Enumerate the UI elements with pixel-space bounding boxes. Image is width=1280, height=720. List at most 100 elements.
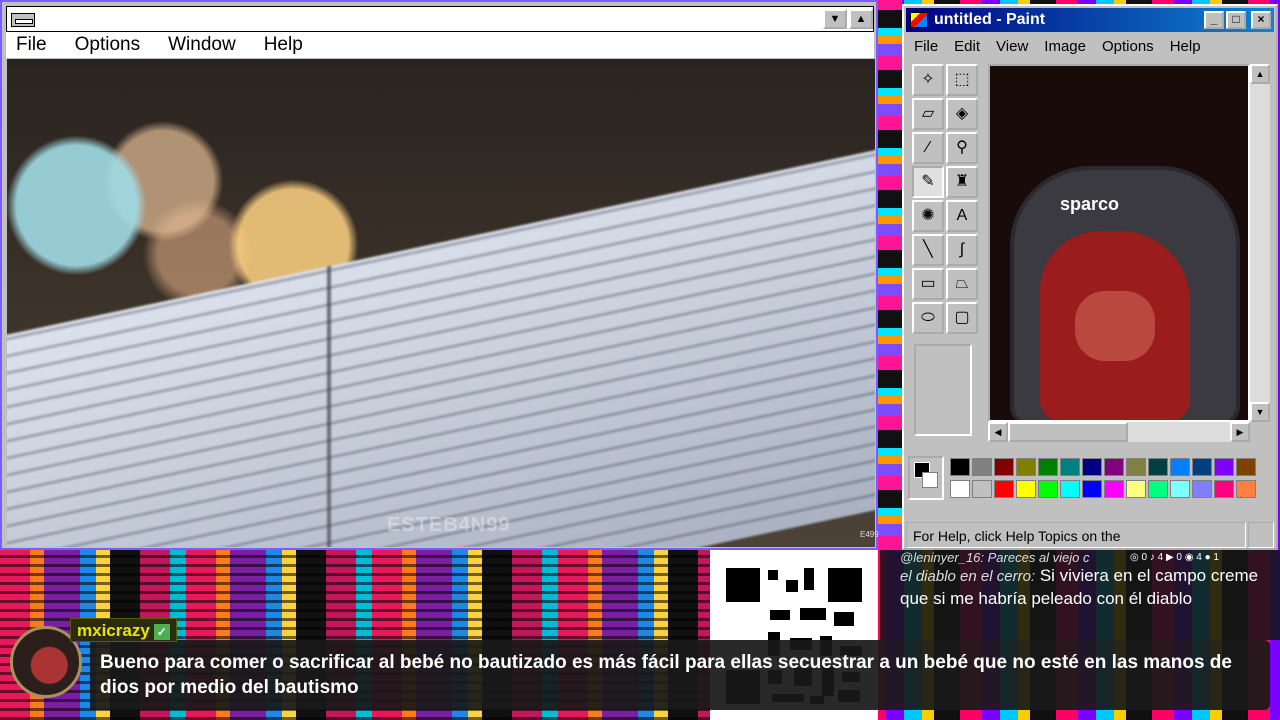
rounded-rect-icon[interactable]: ▢ — [946, 302, 978, 334]
palette-swatch[interactable] — [1170, 480, 1190, 498]
fill-icon[interactable]: ◈ — [946, 98, 978, 130]
qr-module — [804, 568, 814, 590]
chair-brand: sparco — [1060, 194, 1120, 214]
menu-file[interactable]: File — [16, 32, 47, 58]
tool-options[interactable] — [914, 344, 972, 436]
minimize-button[interactable]: ▼ — [823, 9, 847, 29]
paint-window: untitled - Paint _ □ × File Edit View Im… — [902, 4, 1278, 550]
status-coords-cell — [1248, 522, 1274, 548]
rect-select-icon[interactable]: ⬚ — [946, 64, 978, 96]
horizontal-scrollbar[interactable]: ◀ ▶ — [988, 422, 1250, 442]
paint-minimize-button[interactable]: _ — [1204, 11, 1224, 29]
paint-menu-edit[interactable]: Edit — [954, 34, 980, 60]
vertical-scrollbar[interactable]: ▲ ▼ — [1250, 64, 1270, 422]
free-select-icon[interactable]: ✧ — [912, 64, 944, 96]
text-icon[interactable]: A — [946, 200, 978, 232]
ellipse-icon[interactable]: ⬭ — [912, 302, 944, 334]
paint-app-icon[interactable] — [910, 12, 928, 28]
open-book — [7, 134, 875, 547]
palette-swatch[interactable] — [1170, 458, 1190, 476]
palette-swatch[interactable] — [1016, 480, 1036, 498]
maximize-button[interactable]: ▲ — [849, 9, 873, 29]
qr-module — [768, 570, 778, 580]
palette-swatch[interactable] — [1082, 458, 1102, 476]
palette-swatch[interactable] — [1016, 458, 1036, 476]
palette-swatch[interactable] — [972, 480, 992, 498]
airbrush-icon[interactable]: ✺ — [912, 200, 944, 232]
qr-module — [726, 568, 760, 602]
toolbox: ✧ ⬚ ▱ ◈ ⁄ ⚲ ✎ ♜ ✺ A ╲ ∫ ▭ ⏢ ⬭ ▢ — [910, 62, 982, 442]
paint-menu-image[interactable]: Image — [1044, 34, 1086, 60]
eraser-icon[interactable]: ▱ — [912, 98, 944, 130]
polygon-icon[interactable]: ⏢ — [946, 268, 978, 300]
paint-menu-bar: File Edit View Image Options Help — [906, 34, 1274, 60]
palette-swatch[interactable] — [1214, 480, 1234, 498]
palette-swatch[interactable] — [1236, 480, 1256, 498]
menu-bar: File Options Window Help — [6, 32, 874, 58]
current-colors — [908, 456, 944, 500]
palette-swatch[interactable] — [1192, 458, 1212, 476]
paint-menu-help[interactable]: Help — [1170, 34, 1201, 60]
pick-color-icon[interactable]: ⁄ — [912, 132, 944, 164]
scroll-thumb[interactable] — [1008, 422, 1128, 442]
verified-check-icon: ✓ — [153, 623, 170, 640]
magnifier-icon[interactable]: ⚲ — [946, 132, 978, 164]
palette-swatch[interactable] — [950, 458, 970, 476]
scroll-down-arrow-icon[interactable]: ▼ — [1250, 402, 1270, 422]
palette-swatch[interactable] — [1126, 458, 1146, 476]
paint-menu-view[interactable]: View — [996, 34, 1028, 60]
background-color[interactable] — [922, 472, 938, 488]
palette-swatch[interactable] — [1214, 458, 1234, 476]
menu-help[interactable]: Help — [264, 32, 303, 58]
brush-icon[interactable]: ♜ — [946, 166, 978, 198]
chat-message-box: Bueno para comer o sacrificar al bebé no… — [90, 640, 1270, 710]
palette-swatch[interactable] — [1148, 458, 1168, 476]
palette-swatch[interactable] — [1192, 480, 1212, 498]
scroll-right-arrow-icon[interactable]: ▶ — [1230, 422, 1250, 442]
paint-menu-options[interactable]: Options — [1102, 34, 1154, 60]
palette-swatch[interactable] — [1148, 480, 1168, 498]
paint-close-button[interactable]: × — [1251, 11, 1271, 29]
bible-photo — [7, 59, 875, 547]
qr-module — [828, 568, 862, 602]
scroll-up-arrow-icon[interactable]: ▲ — [1250, 64, 1270, 84]
watermark: ESTEB4N99 — [387, 514, 511, 536]
chat-message: Bueno para comer o sacrificar al bebé no… — [100, 652, 1232, 698]
qr-module — [800, 608, 826, 620]
username-text: mxicrazy — [77, 621, 150, 640]
palette-swatch[interactable] — [1126, 480, 1146, 498]
palette-swatch[interactable] — [994, 480, 1014, 498]
chat-username: mxicrazy ✓ — [70, 618, 177, 642]
palette-swatch[interactable] — [994, 458, 1014, 476]
rectangle-icon[interactable]: ▭ — [912, 268, 944, 300]
menu-window[interactable]: Window — [168, 32, 236, 58]
paint-maximize-button[interactable]: □ — [1226, 11, 1246, 29]
palette-swatch[interactable] — [1104, 458, 1124, 476]
chat-side-panel: @leninyer_16: Pareces al viejo c el diab… — [880, 550, 1280, 640]
main-window: ▼ ▲ File Options Window Help ESTEB4N99 E… — [0, 0, 879, 550]
scroll-left-arrow-icon[interactable]: ◀ — [988, 422, 1008, 442]
palette-swatch[interactable] — [972, 458, 992, 476]
paint-canvas[interactable]: sparco — [988, 64, 1250, 422]
palette-swatch[interactable] — [1038, 480, 1058, 498]
qr-module — [770, 610, 790, 620]
palette-swatch[interactable] — [950, 480, 970, 498]
palette-swatch[interactable] — [1236, 458, 1256, 476]
menu-options[interactable]: Options — [75, 32, 140, 58]
palette-swatch[interactable] — [1082, 480, 1102, 498]
palette-swatch[interactable] — [1038, 458, 1058, 476]
paint-menu-file[interactable]: File — [914, 34, 938, 60]
paint-title-bar: untitled - Paint _ □ × — [906, 8, 1274, 32]
palette-swatch[interactable] — [1060, 480, 1080, 498]
pencil-icon[interactable]: ✎ — [912, 166, 944, 198]
palette-swatch[interactable] — [1060, 458, 1080, 476]
line-icon[interactable]: ╲ — [912, 234, 944, 266]
curve-icon[interactable]: ∫ — [946, 234, 978, 266]
palette-swatch[interactable] — [1104, 480, 1124, 498]
qr-module — [834, 612, 854, 626]
chat-author: el diablo en el cerro: — [900, 568, 1036, 585]
status-bar-text: For Help, click Help Topics on the — [906, 522, 1246, 548]
glitch-strip — [878, 0, 902, 550]
system-menu-button[interactable] — [11, 13, 35, 27]
color-palette — [908, 456, 1274, 506]
